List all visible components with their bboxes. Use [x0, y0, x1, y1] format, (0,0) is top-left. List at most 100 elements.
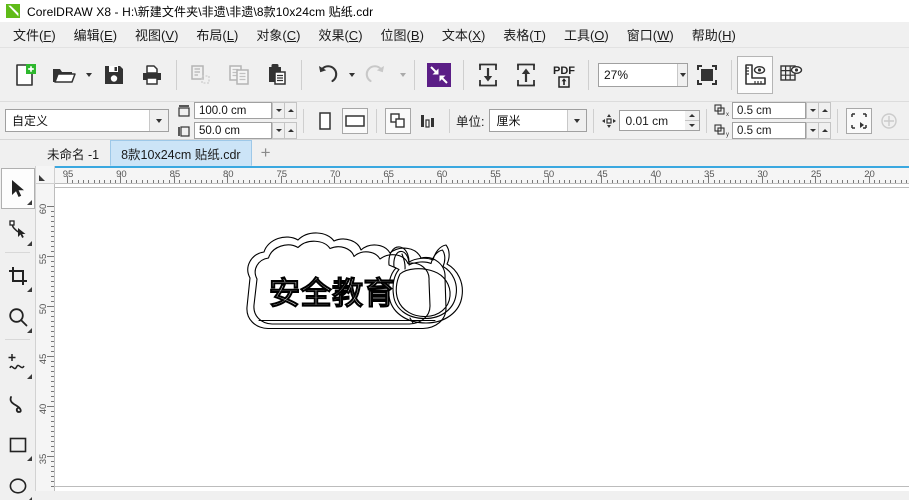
tool-pick[interactable]: [0, 168, 35, 209]
ruler-tick-minor: [360, 180, 362, 183]
menu-view[interactable]: 视图(V): [126, 22, 187, 48]
units-dropdown[interactable]: [567, 110, 587, 131]
fullscreen-preview-button[interactable]: [688, 55, 726, 95]
show-rulers-button[interactable]: [737, 55, 773, 94]
corel-connect-button[interactable]: [420, 55, 458, 95]
publish-pdf-button[interactable]: PDF: [545, 55, 583, 95]
copy-button[interactable]: [220, 55, 258, 95]
menu-help[interactable]: 帮助(H): [683, 22, 745, 48]
redo-button[interactable]: [358, 55, 396, 95]
redo-dropdown[interactable]: [396, 55, 409, 95]
page-width-field[interactable]: 100.0 cm: [194, 102, 272, 119]
zoom-level-combo[interactable]: [598, 62, 688, 87]
tool-zoom[interactable]: [1, 296, 35, 337]
menu-table[interactable]: 表格(T): [494, 22, 555, 48]
open-folder-icon: [53, 68, 76, 83]
document-tab-untitled[interactable]: 未命名 -1: [36, 140, 110, 166]
ruler-origin-corner[interactable]: [36, 166, 55, 184]
add-page-button[interactable]: +: [252, 140, 280, 166]
tool-ellipse[interactable]: [1, 465, 35, 500]
undo-dropdown[interactable]: [345, 55, 358, 95]
menu-text[interactable]: 文本(X): [433, 22, 494, 48]
tool-zoom-flyout[interactable]: [26, 328, 32, 333]
import-button[interactable]: [469, 55, 507, 95]
ruler-label: 50: [543, 169, 555, 180]
ruler-tick-minor: [51, 481, 54, 482]
snap-options-button[interactable]: [876, 108, 902, 134]
vertical-ruler[interactable]: 60 55 50 45 40 35: [36, 184, 55, 491]
page-width-spinner[interactable]: [272, 102, 297, 119]
tool-crop-flyout[interactable]: [26, 287, 32, 292]
show-grid-button[interactable]: [773, 56, 809, 94]
undo-button[interactable]: [307, 55, 345, 95]
nudge-offset-field[interactable]: 0.01 cm: [619, 110, 685, 131]
cut-button[interactable]: [182, 55, 220, 95]
menu-object[interactable]: 对象(C): [247, 22, 309, 48]
zoom-level-input[interactable]: [599, 63, 678, 86]
duplicate-y-up[interactable]: [818, 122, 831, 139]
page-height-field[interactable]: 50.0 cm: [194, 122, 272, 139]
menu-effects[interactable]: 效果(C): [309, 22, 371, 48]
duplicate-x-up[interactable]: [818, 102, 831, 119]
artwork-sticker[interactable]: 安全教育: [220, 219, 480, 344]
document-tab-sticker[interactable]: 8款10x24cm 贴纸.cdr: [110, 140, 252, 166]
page-bleed-button[interactable]: [415, 108, 441, 134]
duplicate-distance-y-field[interactable]: 0.5 cm: [732, 122, 806, 139]
tool-pick-flyout[interactable]: [26, 200, 32, 205]
tool-rectangle-flyout[interactable]: [26, 456, 32, 461]
rectangle-icon: [9, 437, 26, 452]
ruler-tick-minor: [376, 180, 378, 183]
menu-bitmaps[interactable]: 位图(B): [372, 22, 433, 48]
duplicate-distance-x-field[interactable]: 0.5 cm: [732, 102, 806, 119]
sticker-outline-graphic: 安全教育: [246, 232, 463, 330]
ruler-tick-minor: [553, 180, 555, 183]
print-button[interactable]: [133, 55, 171, 95]
page-height-up[interactable]: [284, 122, 297, 139]
export-button[interactable]: [507, 55, 545, 95]
zoom-level-dropdown[interactable]: [677, 63, 687, 86]
page-preset-combo[interactable]: 自定义: [5, 109, 169, 132]
ruler-tick-minor: [51, 216, 54, 217]
menu-item-label: 对象: [256, 27, 283, 43]
menu-layout[interactable]: 布局(L): [187, 22, 247, 48]
toolbox-divider-2: [5, 339, 30, 340]
nudge-offset-down[interactable]: [685, 120, 699, 130]
tool-shape[interactable]: [1, 209, 35, 250]
ruler-tick-minor: [51, 271, 54, 272]
toolbar-separator-3: [414, 59, 415, 90]
ruler-tick-minor: [793, 180, 795, 183]
paste-button[interactable]: [258, 55, 296, 95]
menu-tools[interactable]: 工具(O): [555, 22, 618, 48]
tool-freehand-flyout[interactable]: [26, 374, 32, 379]
menu-edit[interactable]: 编辑(E): [65, 22, 126, 48]
ruler-tick-minor: [580, 180, 581, 183]
drawing-canvas[interactable]: 安全教育: [55, 184, 909, 491]
save-document-button[interactable]: [95, 55, 133, 95]
landscape-orientation-button[interactable]: [342, 107, 368, 134]
menu-window[interactable]: 窗口(W): [618, 22, 683, 48]
open-document-button[interactable]: [44, 55, 82, 95]
tool-shape-flyout[interactable]: [26, 241, 32, 246]
tool-rectangle[interactable]: [1, 424, 35, 465]
edit-page-options-button[interactable]: [846, 107, 872, 134]
tool-crop[interactable]: [1, 255, 35, 296]
nudge-offset-spinner[interactable]: [685, 110, 700, 131]
portrait-orientation-button[interactable]: [312, 108, 338, 134]
page-preset-dropdown[interactable]: [149, 110, 168, 131]
ruler-tick-minor: [51, 351, 54, 352]
duplicate-x-spinner[interactable]: [806, 102, 831, 119]
tool-freehand[interactable]: [1, 342, 35, 383]
horizontal-ruler[interactable]: 9590858075706560555045403530252015: [55, 166, 909, 184]
menu-file[interactable]: 文件(F): [4, 22, 65, 48]
units-combo[interactable]: 厘米: [489, 109, 588, 132]
open-dropdown[interactable]: [82, 55, 95, 95]
tool-artistic-media[interactable]: [1, 383, 35, 424]
nudge-offset-up[interactable]: [685, 111, 699, 120]
new-document-button[interactable]: [6, 55, 44, 95]
cut-icon: [191, 64, 210, 84]
page-width-up[interactable]: [284, 102, 297, 119]
ruler-tick-minor: [809, 180, 811, 183]
duplicate-y-spinner[interactable]: [806, 122, 831, 139]
page-height-spinner[interactable]: [272, 122, 297, 139]
all-pages-button[interactable]: [385, 107, 411, 134]
